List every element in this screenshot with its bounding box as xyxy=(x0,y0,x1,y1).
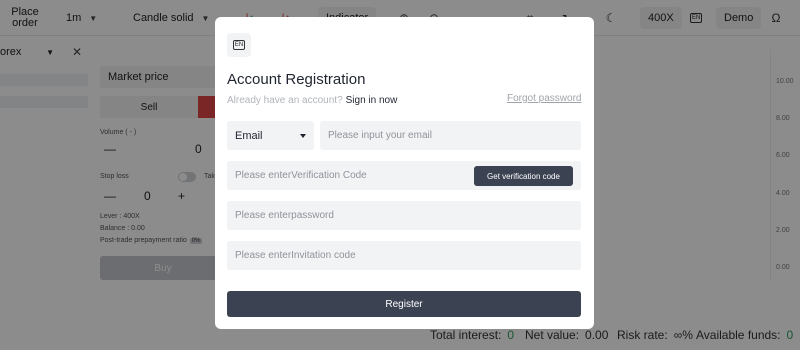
language-icon[interactable]: EN xyxy=(227,33,251,57)
forgot-password-link[interactable]: Forgot password xyxy=(507,93,581,104)
get-verification-code-button[interactable]: Get verification code xyxy=(474,166,573,186)
chevron-down-icon xyxy=(300,133,306,138)
registration-modal: EN Account Registration Already have an … xyxy=(215,17,594,329)
have-account-text: Already have an account? Sign in now xyxy=(227,95,398,106)
password-field[interactable]: Please enterpassword xyxy=(227,201,581,230)
sign-in-link[interactable]: Sign in now xyxy=(346,95,398,106)
invitation-code-field[interactable]: Please enterInvitation code xyxy=(227,241,581,270)
account-type-select[interactable]: Email xyxy=(227,121,314,150)
account-type-label: Email xyxy=(235,129,263,142)
email-field[interactable]: Please input your email xyxy=(320,121,581,150)
page-title: Account Registration xyxy=(227,71,366,88)
register-button[interactable]: Register xyxy=(227,291,581,317)
